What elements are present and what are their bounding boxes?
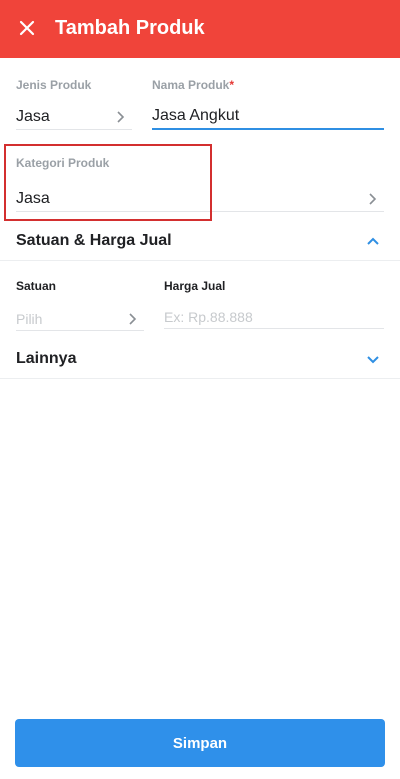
harga-jual-underline bbox=[164, 328, 384, 329]
satuan-select[interactable]: Pilih bbox=[16, 304, 144, 332]
chevron-right-icon bbox=[369, 193, 377, 205]
lainnya-section-header[interactable]: Lainnya bbox=[0, 340, 400, 378]
page-title: Tambah Produk bbox=[55, 17, 205, 39]
nama-produk-label: Nama Produk* bbox=[152, 78, 235, 92]
app-header: Tambah Produk bbox=[0, 0, 400, 58]
jenis-produk-value: Jasa bbox=[16, 108, 50, 125]
chevron-up-icon bbox=[367, 237, 379, 245]
chevron-right-icon bbox=[117, 111, 125, 123]
required-mark: * bbox=[229, 78, 235, 92]
harga-jual-label: Harga Jual bbox=[164, 279, 226, 293]
satuan-harga-title: Satuan & Harga Jual bbox=[16, 232, 172, 249]
nama-produk-underline bbox=[152, 128, 384, 130]
satuan-placeholder: Pilih bbox=[16, 311, 43, 327]
jenis-produk-underline bbox=[16, 129, 132, 130]
section-divider bbox=[0, 378, 400, 379]
chevron-down-icon bbox=[367, 356, 379, 364]
satuan-label: Satuan bbox=[16, 279, 57, 293]
close-icon bbox=[19, 20, 35, 36]
section-divider bbox=[0, 260, 400, 261]
jenis-produk-label: Jenis Produk bbox=[16, 78, 92, 92]
jenis-produk-select[interactable]: Jasa bbox=[16, 100, 132, 130]
close-button[interactable] bbox=[14, 15, 40, 41]
harga-jual-input[interactable]: Ex: Rp.88.888 bbox=[164, 309, 253, 325]
lainnya-title: Lainnya bbox=[16, 350, 77, 367]
app-screen: Tambah Produk Jenis Produk Jasa Nama Pro… bbox=[0, 0, 400, 779]
save-button[interactable]: Simpan bbox=[15, 719, 385, 767]
satuan-underline bbox=[16, 330, 144, 331]
highlight-annotation-box bbox=[4, 144, 212, 221]
chevron-right-icon bbox=[129, 313, 137, 325]
nama-produk-input[interactable]: Jasa Angkut bbox=[152, 107, 239, 125]
satuan-harga-section-header[interactable]: Satuan & Harga Jual bbox=[0, 222, 400, 260]
